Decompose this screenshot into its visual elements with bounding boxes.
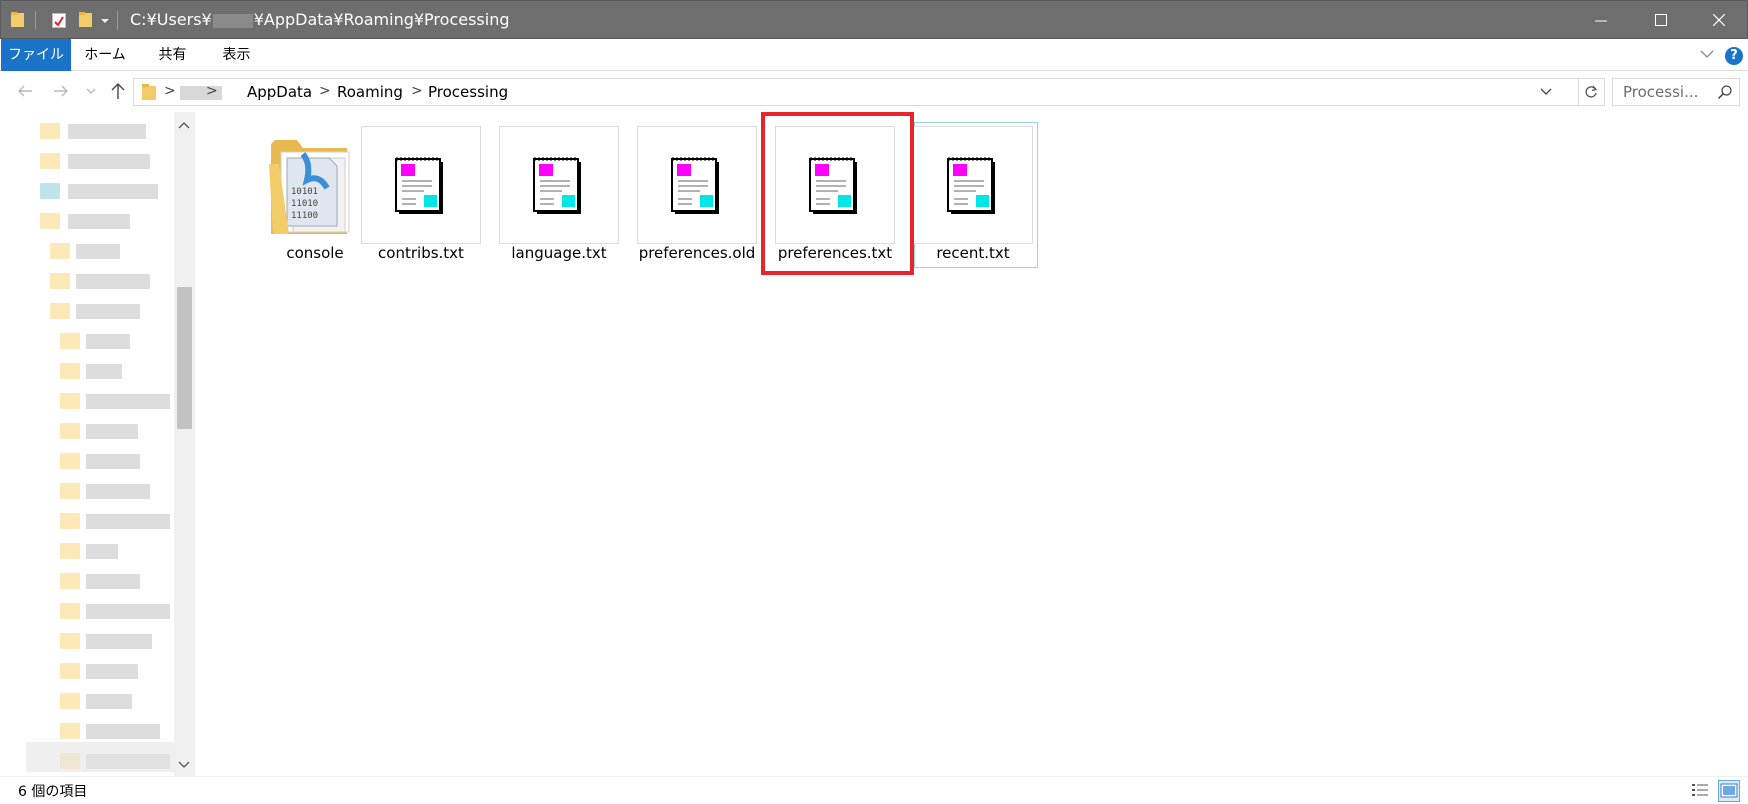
title-bar: C:¥Users¥ ¥AppData¥Roaming¥Processing: [0, 0, 1748, 39]
status-bar: 6 個の項目: [0, 776, 1748, 804]
file-thumbnail: [361, 126, 481, 244]
large-icons-view-button[interactable]: [1718, 780, 1740, 802]
file-name: language.txt: [511, 244, 607, 262]
quick-access-separator: [35, 11, 36, 30]
tree-item[interactable]: [0, 720, 170, 742]
refresh-button[interactable]: [1579, 78, 1605, 106]
close-icon: [1713, 14, 1725, 26]
title-path-prefix: C:¥Users¥: [130, 10, 212, 29]
breadcrumb-separator[interactable]: >: [411, 83, 423, 99]
tree-item[interactable]: [0, 450, 170, 472]
text-file-icon: [671, 157, 719, 214]
breadcrumb-roaming[interactable]: Roaming: [337, 83, 403, 101]
address-bar[interactable]: > > AppData > Roaming > Processing: [133, 78, 1579, 106]
binary-line-2: 11010: [291, 199, 318, 209]
tree-item[interactable]: [0, 330, 170, 352]
details-view-button[interactable]: [1690, 780, 1712, 802]
large-icons-view-icon: [1720, 783, 1738, 798]
tree-item[interactable]: [0, 660, 170, 682]
close-button[interactable]: [1689, 1, 1748, 40]
tree-item[interactable]: [0, 240, 170, 262]
tree-item[interactable]: [0, 120, 170, 142]
tree-item[interactable]: [0, 420, 170, 442]
expand-ribbon-chevron-icon[interactable]: [1700, 47, 1714, 61]
text-file-icon: [533, 157, 581, 214]
item-count: 6 個の項目: [18, 784, 88, 800]
breadcrumb-appdata[interactable]: AppData: [247, 83, 312, 101]
search-placeholder: Processi...: [1623, 83, 1699, 101]
maximize-icon: [1655, 14, 1667, 26]
tab-home[interactable]: ホーム: [80, 39, 130, 71]
title-separator: [117, 11, 118, 30]
file-thumbnail: [499, 126, 619, 244]
new-folder-icon[interactable]: [79, 12, 92, 27]
breadcrumb-separator[interactable]: >: [319, 83, 331, 99]
ribbon: ファイル ホーム 共有 表示 ?: [0, 39, 1748, 71]
binary-line-3: 11100: [291, 211, 318, 221]
search-input[interactable]: Processi...: [1612, 78, 1740, 106]
details-view-icon: [1692, 784, 1708, 796]
scroll-down-chevron-icon[interactable]: [178, 760, 190, 770]
forward-arrow-icon[interactable]: [52, 82, 70, 100]
customize-quick-access-dropdown-icon[interactable]: [101, 19, 109, 23]
help-icon[interactable]: ?: [1725, 47, 1743, 65]
file-name: contribs.txt: [378, 244, 464, 262]
tree-item[interactable]: [0, 510, 170, 532]
breadcrumb-processing[interactable]: Processing: [428, 83, 508, 101]
file-name: preferences.old: [638, 244, 756, 262]
tree-item[interactable]: [0, 570, 170, 592]
tree-item[interactable]: [0, 150, 170, 172]
tree-item[interactable]: [0, 630, 170, 652]
tree-item[interactable]: [0, 180, 170, 202]
folder-icon: 10101 11010 11100: [269, 140, 350, 234]
file-item-recent-txt[interactable]: recent.txt: [912, 112, 1050, 268]
text-file-icon: [947, 157, 995, 214]
minimize-icon: [1595, 20, 1607, 22]
file-item-contribs-txt[interactable]: contribs.txt: [360, 112, 498, 262]
text-file-icon: [395, 157, 443, 214]
tab-share[interactable]: 共有: [150, 39, 195, 71]
tree-item[interactable]: [0, 600, 170, 622]
tree-item[interactable]: [0, 210, 170, 232]
file-thumbnail: [913, 126, 1033, 244]
breadcrumb-separator[interactable]: >: [206, 83, 218, 99]
navigation-pane-scrollbar[interactable]: [174, 112, 195, 776]
file-item-language-txt[interactable]: language.txt: [498, 112, 636, 262]
tree-item[interactable]: [0, 690, 170, 712]
back-arrow-icon[interactable]: [16, 82, 34, 100]
tree-item[interactable]: [0, 480, 170, 502]
file-thumbnail: [637, 126, 757, 244]
tab-view[interactable]: 表示: [214, 39, 259, 71]
navigation-row: > > AppData > Roaming > Processing Proce…: [0, 72, 1748, 112]
file-name: recent.txt: [936, 244, 1010, 262]
scrollbar-thumb[interactable]: [177, 287, 192, 429]
maximize-button[interactable]: [1631, 1, 1691, 40]
refresh-icon: [1585, 85, 1598, 98]
folder-icon: [142, 84, 156, 100]
red-highlight-box: [761, 112, 914, 275]
binary-line-1: 10101: [291, 187, 318, 197]
tree-item[interactable]: [0, 540, 170, 562]
tree-item[interactable]: [0, 390, 170, 412]
up-arrow-icon[interactable]: [110, 82, 126, 100]
breadcrumb-separator[interactable]: >: [164, 83, 176, 99]
navigation-pane[interactable]: [0, 112, 196, 776]
file-view[interactable]: 10101 11010 11100 console contribs.txt l…: [196, 112, 1748, 776]
redacted-username: [212, 13, 253, 28]
minimize-button[interactable]: [1571, 1, 1631, 40]
tree-item[interactable]: [0, 360, 170, 382]
tab-file[interactable]: ファイル: [1, 39, 71, 71]
scroll-up-chevron-icon[interactable]: [178, 120, 190, 130]
address-history-chevron-icon[interactable]: [1540, 87, 1552, 97]
window-title: C:¥Users¥ ¥AppData¥Roaming¥Processing: [130, 10, 510, 29]
properties-checkmark-icon[interactable]: [52, 13, 66, 28]
tree-item[interactable]: [0, 300, 170, 322]
search-icon: [1717, 85, 1732, 100]
redacted-tree-item: [26, 742, 176, 772]
file-item-preferences-old[interactable]: preferences.old: [636, 112, 774, 262]
folder-icon[interactable]: [11, 12, 24, 27]
tree-item[interactable]: [0, 270, 170, 292]
title-path-suffix: ¥AppData¥Roaming¥Processing: [253, 10, 510, 29]
recent-locations-chevron-icon[interactable]: [86, 88, 96, 96]
